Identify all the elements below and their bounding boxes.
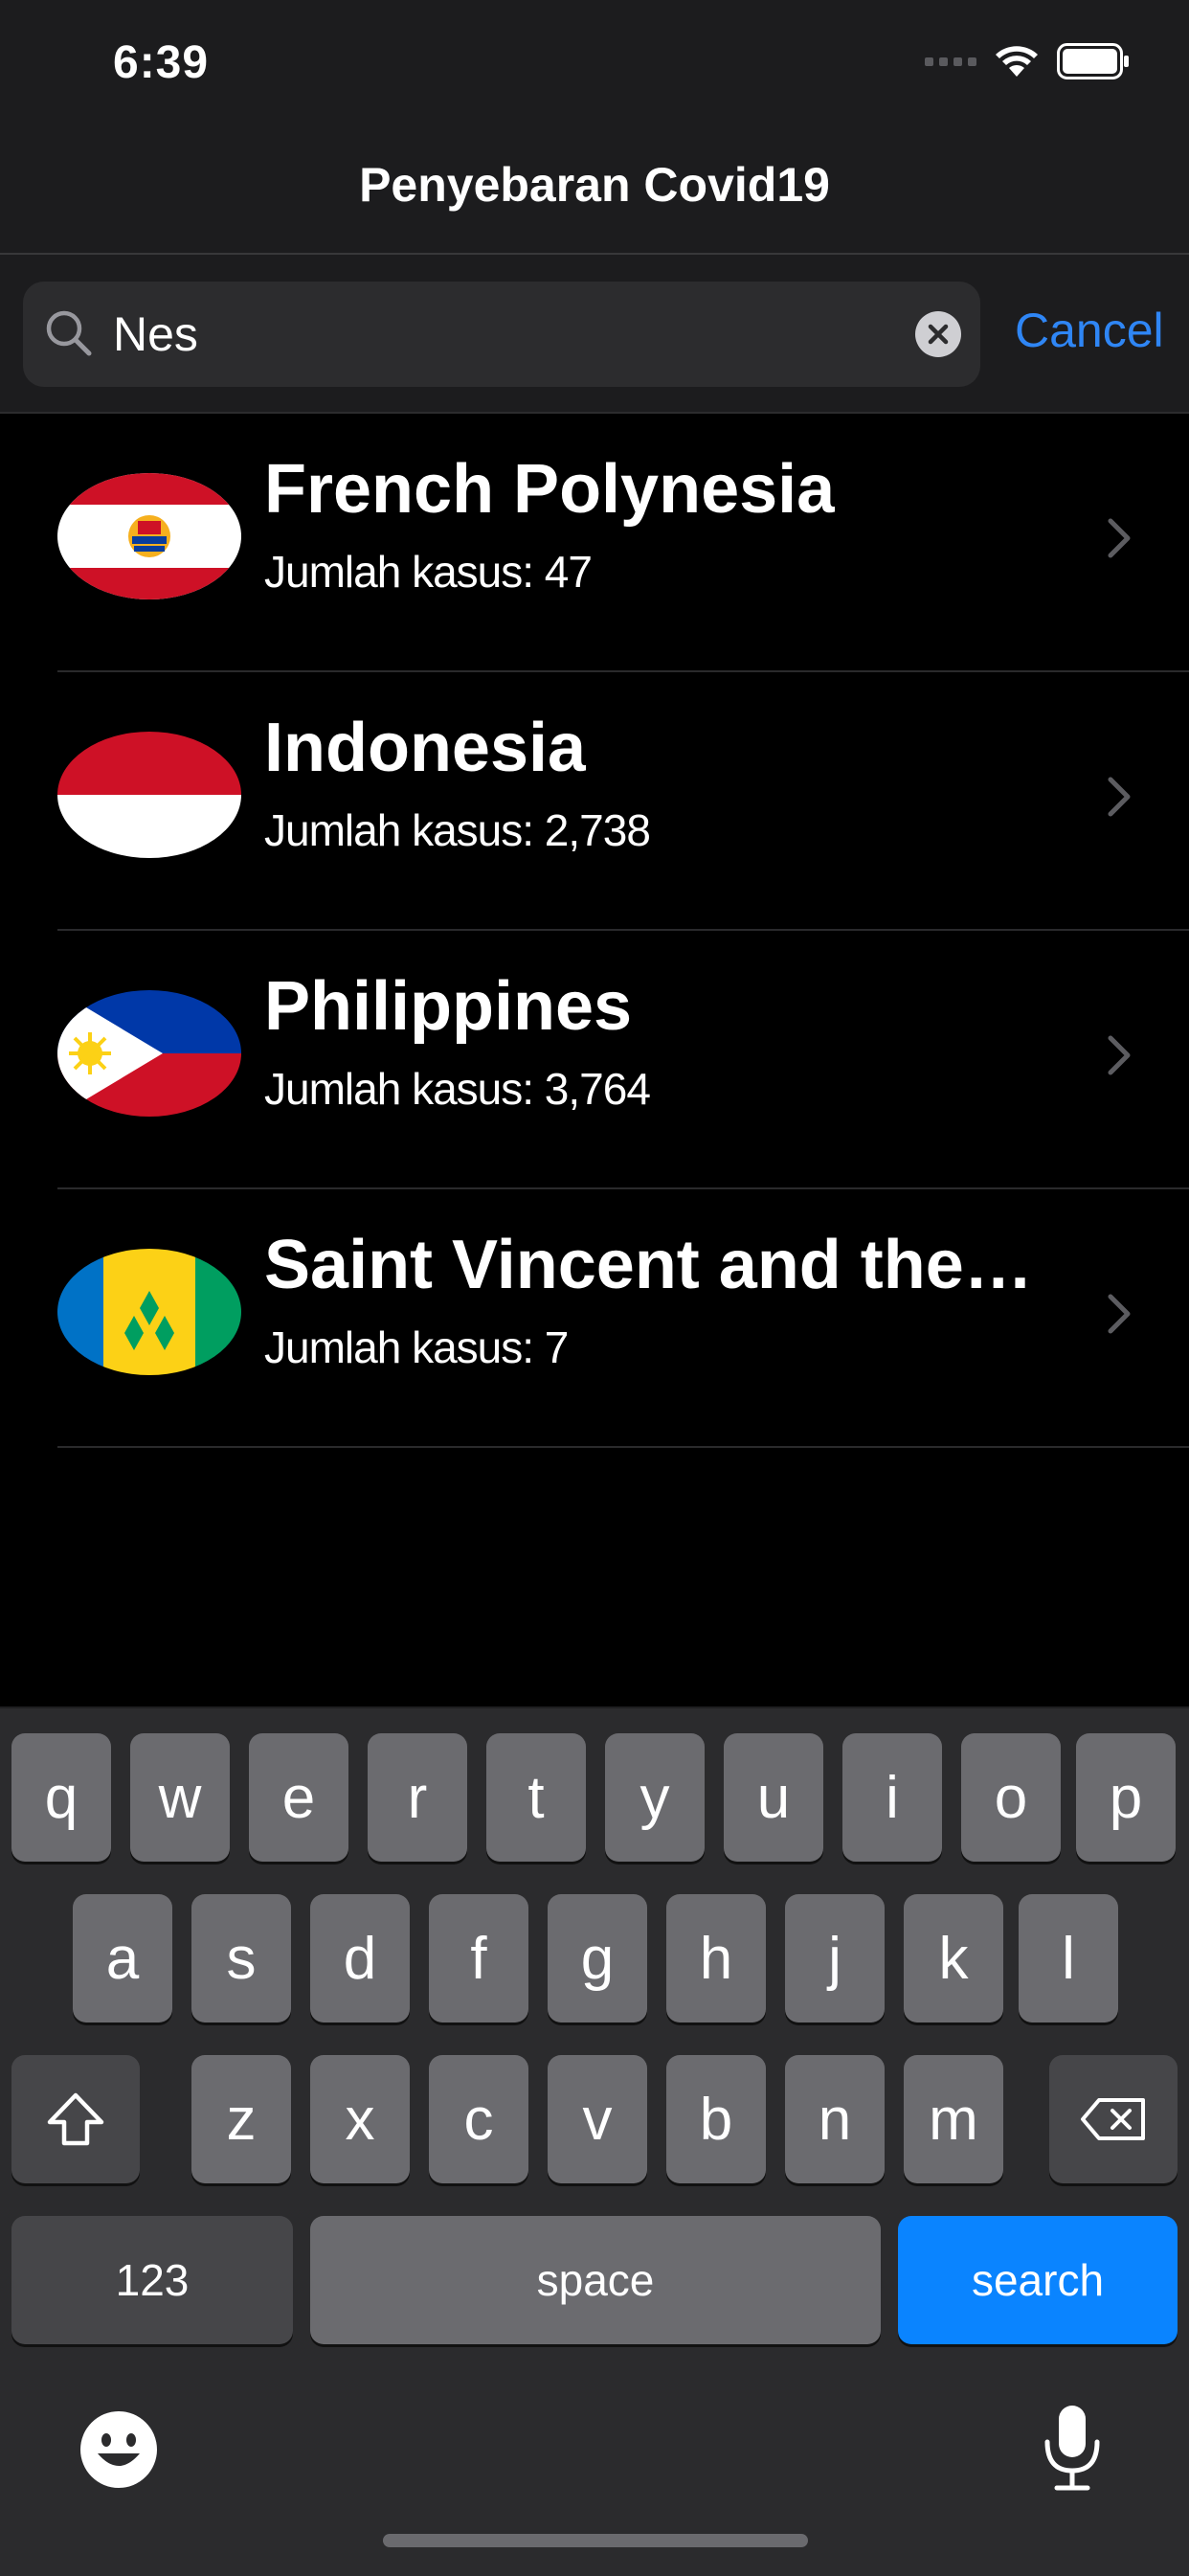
case-count: Jumlah kasus: 47 bbox=[264, 547, 593, 597]
key-y[interactable]: y bbox=[605, 1733, 705, 1862]
home-indicator[interactable] bbox=[383, 2534, 808, 2547]
shift-key[interactable] bbox=[11, 2055, 140, 2183]
backspace-key[interactable] bbox=[1049, 2055, 1178, 2183]
key-z[interactable]: z bbox=[191, 2055, 291, 2183]
wifi-icon bbox=[996, 46, 1038, 77]
battery-icon bbox=[1057, 43, 1129, 79]
search-bar: Nes Cancel bbox=[0, 255, 1189, 414]
key-n[interactable]: n bbox=[785, 2055, 885, 2183]
country-name: Indonesia bbox=[264, 710, 587, 786]
numbers-key[interactable]: 123 bbox=[11, 2216, 293, 2344]
case-count: Jumlah kasus: 7 bbox=[264, 1322, 569, 1372]
key-b[interactable]: b bbox=[666, 2055, 766, 2183]
search-key[interactable]: search bbox=[898, 2216, 1178, 2344]
saint-vincent-flag-icon bbox=[57, 1249, 241, 1375]
indonesia-flag-icon bbox=[57, 732, 241, 858]
key-h[interactable]: h bbox=[666, 1894, 766, 2022]
key-w[interactable]: w bbox=[130, 1733, 230, 1862]
clear-search-button[interactable] bbox=[915, 311, 961, 357]
search-query[interactable]: Nes bbox=[113, 306, 198, 362]
search-input[interactable]: Nes bbox=[23, 282, 980, 387]
page-title: Penyebaran Covid19 bbox=[359, 158, 830, 212]
navigation-bar: 6:39 Penyebaran Covid19 bbox=[0, 0, 1189, 255]
key-e[interactable]: e bbox=[249, 1733, 348, 1862]
list-item[interactable]: French Polynesia Jumlah kasus: 47 bbox=[57, 414, 1189, 672]
close-icon bbox=[928, 324, 949, 345]
case-count: Jumlah kasus: 2,738 bbox=[264, 805, 651, 855]
key-x[interactable]: x bbox=[310, 2055, 410, 2183]
key-d[interactable]: d bbox=[310, 1894, 410, 2022]
key-j[interactable]: j bbox=[785, 1894, 885, 2022]
key-k[interactable]: k bbox=[904, 1894, 1003, 2022]
key-f[interactable]: f bbox=[429, 1894, 528, 2022]
french-polynesia-flag-icon bbox=[57, 473, 241, 599]
key-l[interactable]: l bbox=[1019, 1894, 1118, 2022]
numbers-key-label: 123 bbox=[115, 2255, 190, 2305]
key-g[interactable]: g bbox=[548, 1894, 647, 2022]
backspace-icon bbox=[1081, 2098, 1145, 2140]
country-name: French Polynesia bbox=[264, 451, 836, 528]
key-t[interactable]: t bbox=[486, 1733, 586, 1862]
status-time: 6:39 bbox=[113, 37, 210, 88]
key-a[interactable]: a bbox=[73, 1894, 172, 2022]
chevron-right-icon bbox=[1108, 518, 1131, 558]
key-c[interactable]: c bbox=[429, 2055, 528, 2183]
status-indicators bbox=[925, 42, 1130, 80]
list-item[interactable]: Saint Vincent and the… Jumlah kasus: 7 bbox=[57, 1189, 1189, 1448]
chevron-right-icon bbox=[1108, 1294, 1131, 1334]
chevron-right-icon bbox=[1108, 1035, 1131, 1075]
microphone-icon[interactable] bbox=[1042, 2404, 1103, 2492]
country-name: Saint Vincent and the… bbox=[264, 1227, 1033, 1303]
search-icon bbox=[46, 310, 92, 356]
key-p[interactable]: p bbox=[1076, 1733, 1176, 1862]
key-v[interactable]: v bbox=[548, 2055, 647, 2183]
case-count: Jumlah kasus: 3,764 bbox=[264, 1064, 651, 1114]
cellular-signal-icon bbox=[925, 56, 976, 66]
key-i[interactable]: i bbox=[842, 1733, 942, 1862]
keyboard: q w e r t y u i o p a s d f g h j k l z … bbox=[0, 1706, 1189, 2576]
chevron-right-icon bbox=[1108, 777, 1131, 817]
key-u[interactable]: u bbox=[724, 1733, 823, 1862]
shift-arrow-icon bbox=[47, 2092, 104, 2146]
key-m[interactable]: m bbox=[904, 2055, 1003, 2183]
space-key-label: space bbox=[536, 2255, 655, 2305]
country-name: Philippines bbox=[264, 968, 633, 1045]
key-q[interactable]: q bbox=[11, 1733, 111, 1862]
key-s[interactable]: s bbox=[191, 1894, 291, 2022]
list-item[interactable]: Philippines Jumlah kasus: 3,764 bbox=[57, 931, 1189, 1189]
emoji-icon[interactable] bbox=[79, 2409, 159, 2490]
key-o[interactable]: o bbox=[961, 1733, 1061, 1862]
cancel-button[interactable]: Cancel bbox=[1015, 303, 1164, 358]
search-key-label: search bbox=[971, 2255, 1105, 2305]
philippines-flag-icon bbox=[57, 990, 241, 1117]
key-r[interactable]: r bbox=[368, 1733, 467, 1862]
results-list: French Polynesia Jumlah kasus: 47 Indone… bbox=[0, 414, 1189, 1448]
space-key[interactable]: space bbox=[310, 2216, 881, 2344]
list-item[interactable]: Indonesia Jumlah kasus: 2,738 bbox=[57, 672, 1189, 931]
